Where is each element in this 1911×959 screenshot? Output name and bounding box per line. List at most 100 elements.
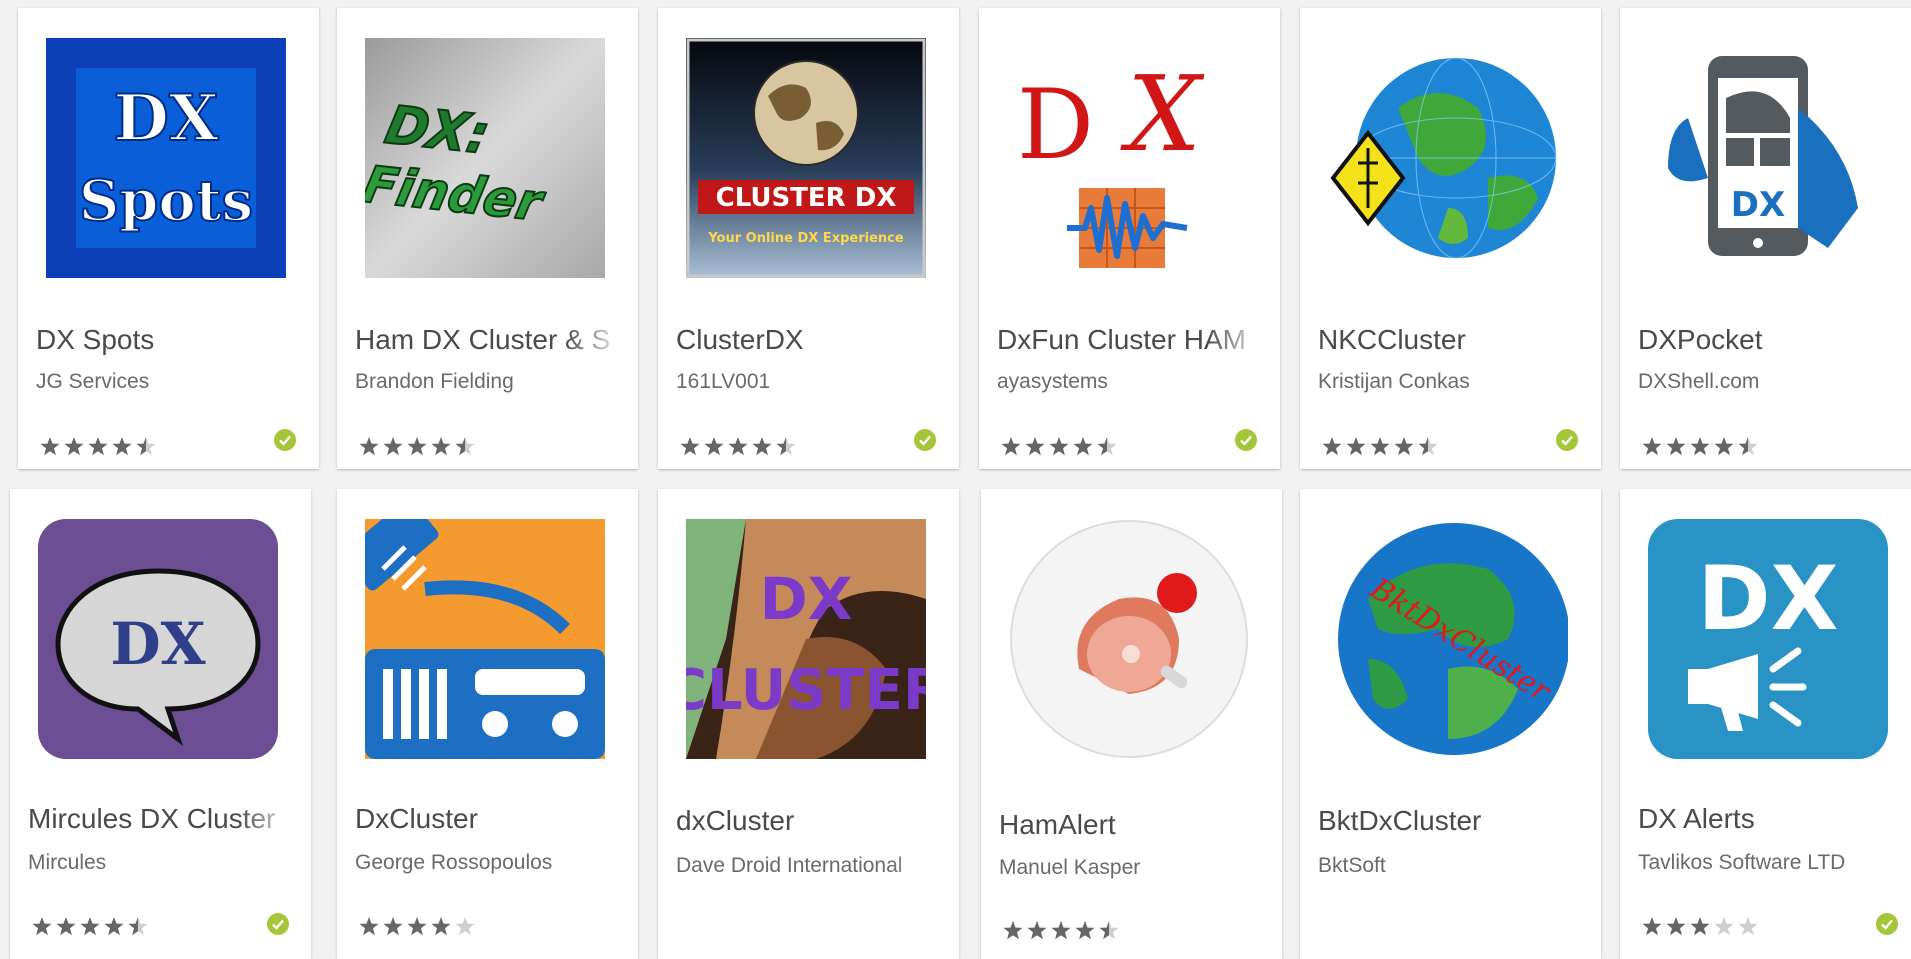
app-card[interactable]: DX Spots DX Spots JG Services bbox=[18, 8, 319, 469]
app-card[interactable]: NKCCluster Kristijan Conkas bbox=[1300, 8, 1601, 469]
app-developer[interactable]: BktSoft bbox=[1318, 854, 1588, 878]
cluster-dx-globe-icon[interactable]: CLUSTER DX Your Online DX Experience bbox=[686, 38, 926, 278]
globe-antenna-icon[interactable] bbox=[1328, 38, 1568, 278]
app-developer[interactable]: DXShell.com bbox=[1638, 370, 1908, 394]
verified-badge-icon bbox=[267, 913, 289, 935]
star-filled-icon bbox=[1051, 921, 1071, 940]
svg-text:Spots: Spots bbox=[79, 168, 253, 234]
star-filled-icon bbox=[1666, 917, 1686, 936]
radio-transceiver-icon[interactable] bbox=[365, 519, 605, 759]
portrait-poster-icon[interactable]: DX CLUSTER bbox=[686, 519, 926, 759]
app-card[interactable]: BktDxCluster BktDxCluster BktSoft bbox=[1300, 489, 1601, 959]
star-filled-icon bbox=[1003, 921, 1023, 940]
icon-caption: Your Online DX Experience bbox=[707, 231, 904, 246]
dx-finder-icon[interactable]: DX: Finder bbox=[365, 38, 605, 278]
rating-stars bbox=[1642, 437, 1758, 456]
app-card[interactable]: DX: Finder Ham DX Cluster & S Brandon Fi… bbox=[337, 8, 638, 469]
app-title[interactable]: DXPocket bbox=[1638, 324, 1908, 356]
app-title[interactable]: DxCluster bbox=[355, 803, 625, 835]
app-card[interactable]: DX CLUSTER dxCluster Dave Droid Internat… bbox=[658, 489, 959, 959]
verified-badge-icon bbox=[274, 429, 296, 451]
svg-text:D: D bbox=[1017, 69, 1094, 181]
star-filled-icon bbox=[1394, 437, 1414, 456]
app-developer[interactable]: Tavlikos Software LTD bbox=[1638, 851, 1908, 875]
app-developer[interactable]: Brandon Fielding bbox=[355, 370, 625, 394]
rating-stars bbox=[1001, 437, 1117, 456]
globe-text-icon[interactable]: BktDxCluster bbox=[1328, 519, 1568, 759]
svg-text:DX: DX bbox=[1698, 547, 1839, 650]
app-developer[interactable]: JG Services bbox=[36, 370, 306, 394]
star-filled-icon bbox=[1049, 437, 1069, 456]
app-title[interactable]: DX Spots bbox=[36, 324, 306, 356]
verified-badge-icon bbox=[1556, 429, 1578, 451]
star-filled-icon bbox=[88, 437, 108, 456]
app-card[interactable]: DX Mircules DX Cluster Mircules bbox=[10, 489, 311, 959]
star-filled-icon bbox=[1025, 437, 1045, 456]
app-title[interactable]: dxCluster bbox=[676, 805, 946, 837]
star-filled-icon bbox=[680, 437, 700, 456]
megaphone-icon[interactable]: DX bbox=[1648, 519, 1888, 759]
icon-caption: CLUSTER DX bbox=[716, 183, 897, 213]
app-title[interactable]: Ham DX Cluster & S bbox=[355, 324, 625, 356]
app-developer[interactable]: George Rossopoulos bbox=[355, 851, 625, 875]
star-filled-icon bbox=[1322, 437, 1342, 456]
app-card[interactable]: DX DX Alerts Tavlikos Software LTD bbox=[1620, 489, 1911, 959]
star-filled-icon bbox=[1690, 917, 1710, 936]
app-title[interactable]: ClusterDX bbox=[676, 324, 946, 356]
rating-stars bbox=[1642, 917, 1758, 936]
star-filled-icon bbox=[431, 437, 451, 456]
star-filled-icon bbox=[359, 437, 379, 456]
svg-text:X: X bbox=[1120, 53, 1205, 175]
star-filled-icon bbox=[1690, 437, 1710, 456]
app-title[interactable]: BktDxCluster bbox=[1318, 805, 1588, 837]
verified-badge-icon bbox=[1235, 429, 1257, 451]
icon-caption: DX bbox=[760, 565, 853, 633]
rating-stars bbox=[40, 437, 156, 456]
star-empty-icon bbox=[455, 917, 475, 936]
app-card[interactable]: DxCluster George Rossopoulos bbox=[337, 489, 638, 959]
dx-spots-icon[interactable]: DX Spots bbox=[46, 38, 286, 278]
star-filled-icon bbox=[1073, 437, 1093, 456]
rating-stars bbox=[359, 917, 475, 936]
star-filled-icon bbox=[1666, 437, 1686, 456]
rating-stars bbox=[32, 917, 148, 936]
star-filled-icon bbox=[431, 917, 451, 936]
star-filled-icon bbox=[1370, 437, 1390, 456]
app-card[interactable]: HamAlert Manuel Kasper bbox=[981, 489, 1282, 959]
star-filled-icon bbox=[104, 917, 124, 936]
app-developer[interactable]: Dave Droid International bbox=[676, 854, 946, 878]
star-filled-icon bbox=[359, 917, 379, 936]
star-filled-icon bbox=[1001, 437, 1021, 456]
phone-in-hand-icon[interactable]: DX bbox=[1648, 38, 1888, 278]
ham-alert-icon[interactable] bbox=[1009, 519, 1249, 759]
rating-stars bbox=[1322, 437, 1438, 456]
app-card[interactable]: CLUSTER DX Your Online DX Experience Clu… bbox=[658, 8, 959, 469]
app-title[interactable]: Mircules DX Cluster bbox=[28, 803, 298, 835]
app-title[interactable]: DxFun Cluster HAM bbox=[997, 324, 1267, 356]
app-title[interactable]: HamAlert bbox=[999, 809, 1269, 841]
svg-text:DX:: DX: bbox=[380, 95, 494, 166]
app-developer[interactable]: Mircules bbox=[28, 851, 298, 875]
star-filled-icon bbox=[40, 437, 60, 456]
app-title[interactable]: DX Alerts bbox=[1638, 803, 1908, 835]
star-filled-icon bbox=[383, 437, 403, 456]
star-filled-icon bbox=[704, 437, 724, 456]
app-title[interactable]: NKCCluster bbox=[1318, 324, 1588, 356]
app-developer[interactable]: Manuel Kasper bbox=[999, 856, 1269, 880]
app-card[interactable]: D X DxFun Cluster HAM ayasystems bbox=[979, 8, 1280, 469]
star-filled-icon bbox=[728, 437, 748, 456]
star-filled-icon bbox=[112, 437, 132, 456]
star-filled-icon bbox=[64, 437, 84, 456]
app-developer[interactable]: Kristijan Conkas bbox=[1318, 370, 1588, 394]
rating-stars bbox=[680, 437, 796, 456]
star-filled-icon bbox=[383, 917, 403, 936]
rating-stars bbox=[359, 437, 475, 456]
star-filled-icon bbox=[1642, 437, 1662, 456]
app-developer[interactable]: 161LV001 bbox=[676, 370, 946, 394]
app-card[interactable]: DX DXPocket DXShell.com bbox=[1620, 8, 1911, 469]
app-developer[interactable]: ayasystems bbox=[997, 370, 1267, 394]
speech-bubble-icon[interactable]: DX bbox=[38, 519, 278, 759]
dxfun-waveform-icon[interactable]: D X bbox=[1007, 38, 1247, 278]
svg-text:DX: DX bbox=[110, 610, 205, 678]
rating-stars bbox=[1003, 921, 1119, 940]
